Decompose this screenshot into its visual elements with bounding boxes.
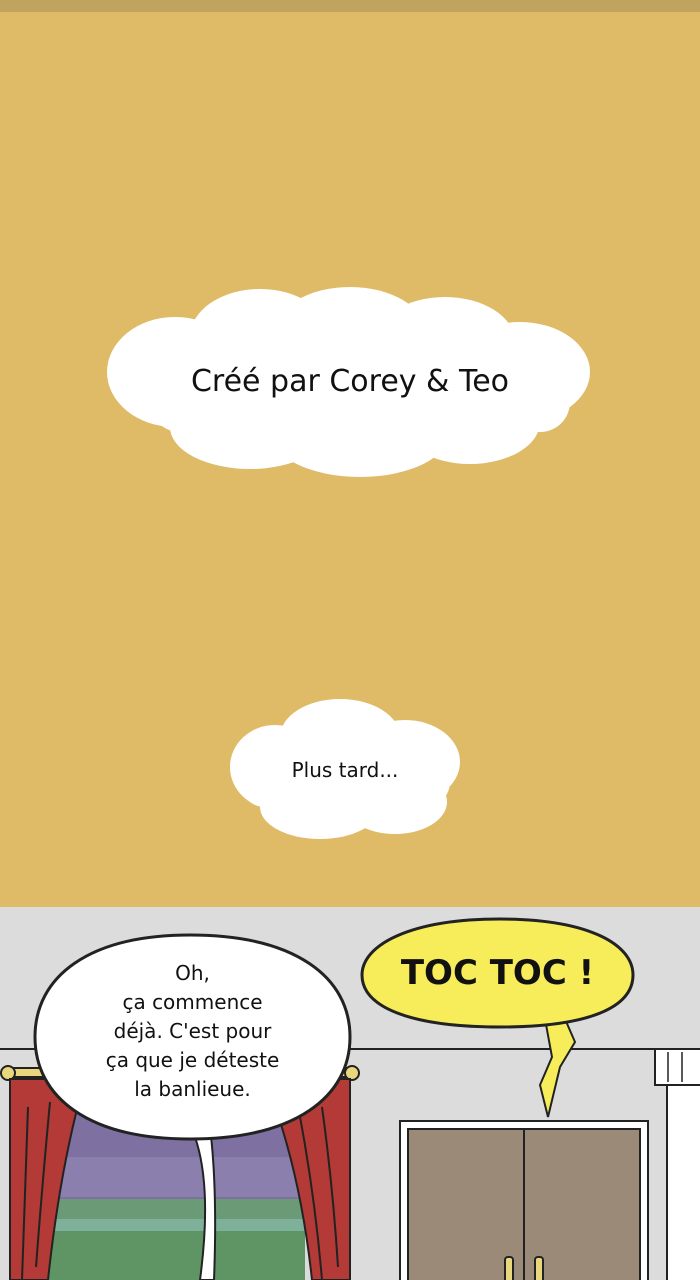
sfx-bubble-text: TOC TOC ! [400,953,595,993]
pillar [654,1048,700,1280]
room-panel: Oh, ça commence déjà. C'est pour ça que … [0,907,700,1280]
sfx-bubble-tail [538,1018,577,1118]
speech-bubble-text: Oh, ça commence déjà. C'est pour ça que … [105,961,280,1101]
comic-page: Créé par Corey & Teo Plus tard... Oh, ça… [0,0,700,1280]
caption-panel: Créé par Corey & Teo Plus tard... [0,12,700,907]
door [399,1120,649,1280]
top-strip [0,0,700,12]
credits-caption: Créé par Corey & Teo [190,364,510,399]
later-caption: Plus tard... [291,758,399,782]
